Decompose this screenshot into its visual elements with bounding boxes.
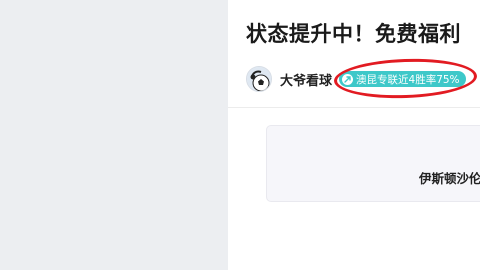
article-panel: 状态提升中！免费福利 大爷看球 澳昆专联近4胜率75% 伊斯顿沙伦 xyxy=(228,0,480,270)
soccer-ball-icon xyxy=(247,67,271,91)
team-name: 伊斯顿沙伦 xyxy=(419,171,480,186)
left-empty-pane xyxy=(0,0,228,270)
red-highlight-circle xyxy=(333,56,478,101)
article-title: 状态提升中！免费福利 xyxy=(246,22,461,46)
match-card[interactable]: 伊斯顿沙伦 xyxy=(266,125,480,202)
author-avatar[interactable] xyxy=(246,66,272,92)
divider xyxy=(228,107,480,108)
author-name[interactable]: 大爷看球 xyxy=(280,70,332,89)
